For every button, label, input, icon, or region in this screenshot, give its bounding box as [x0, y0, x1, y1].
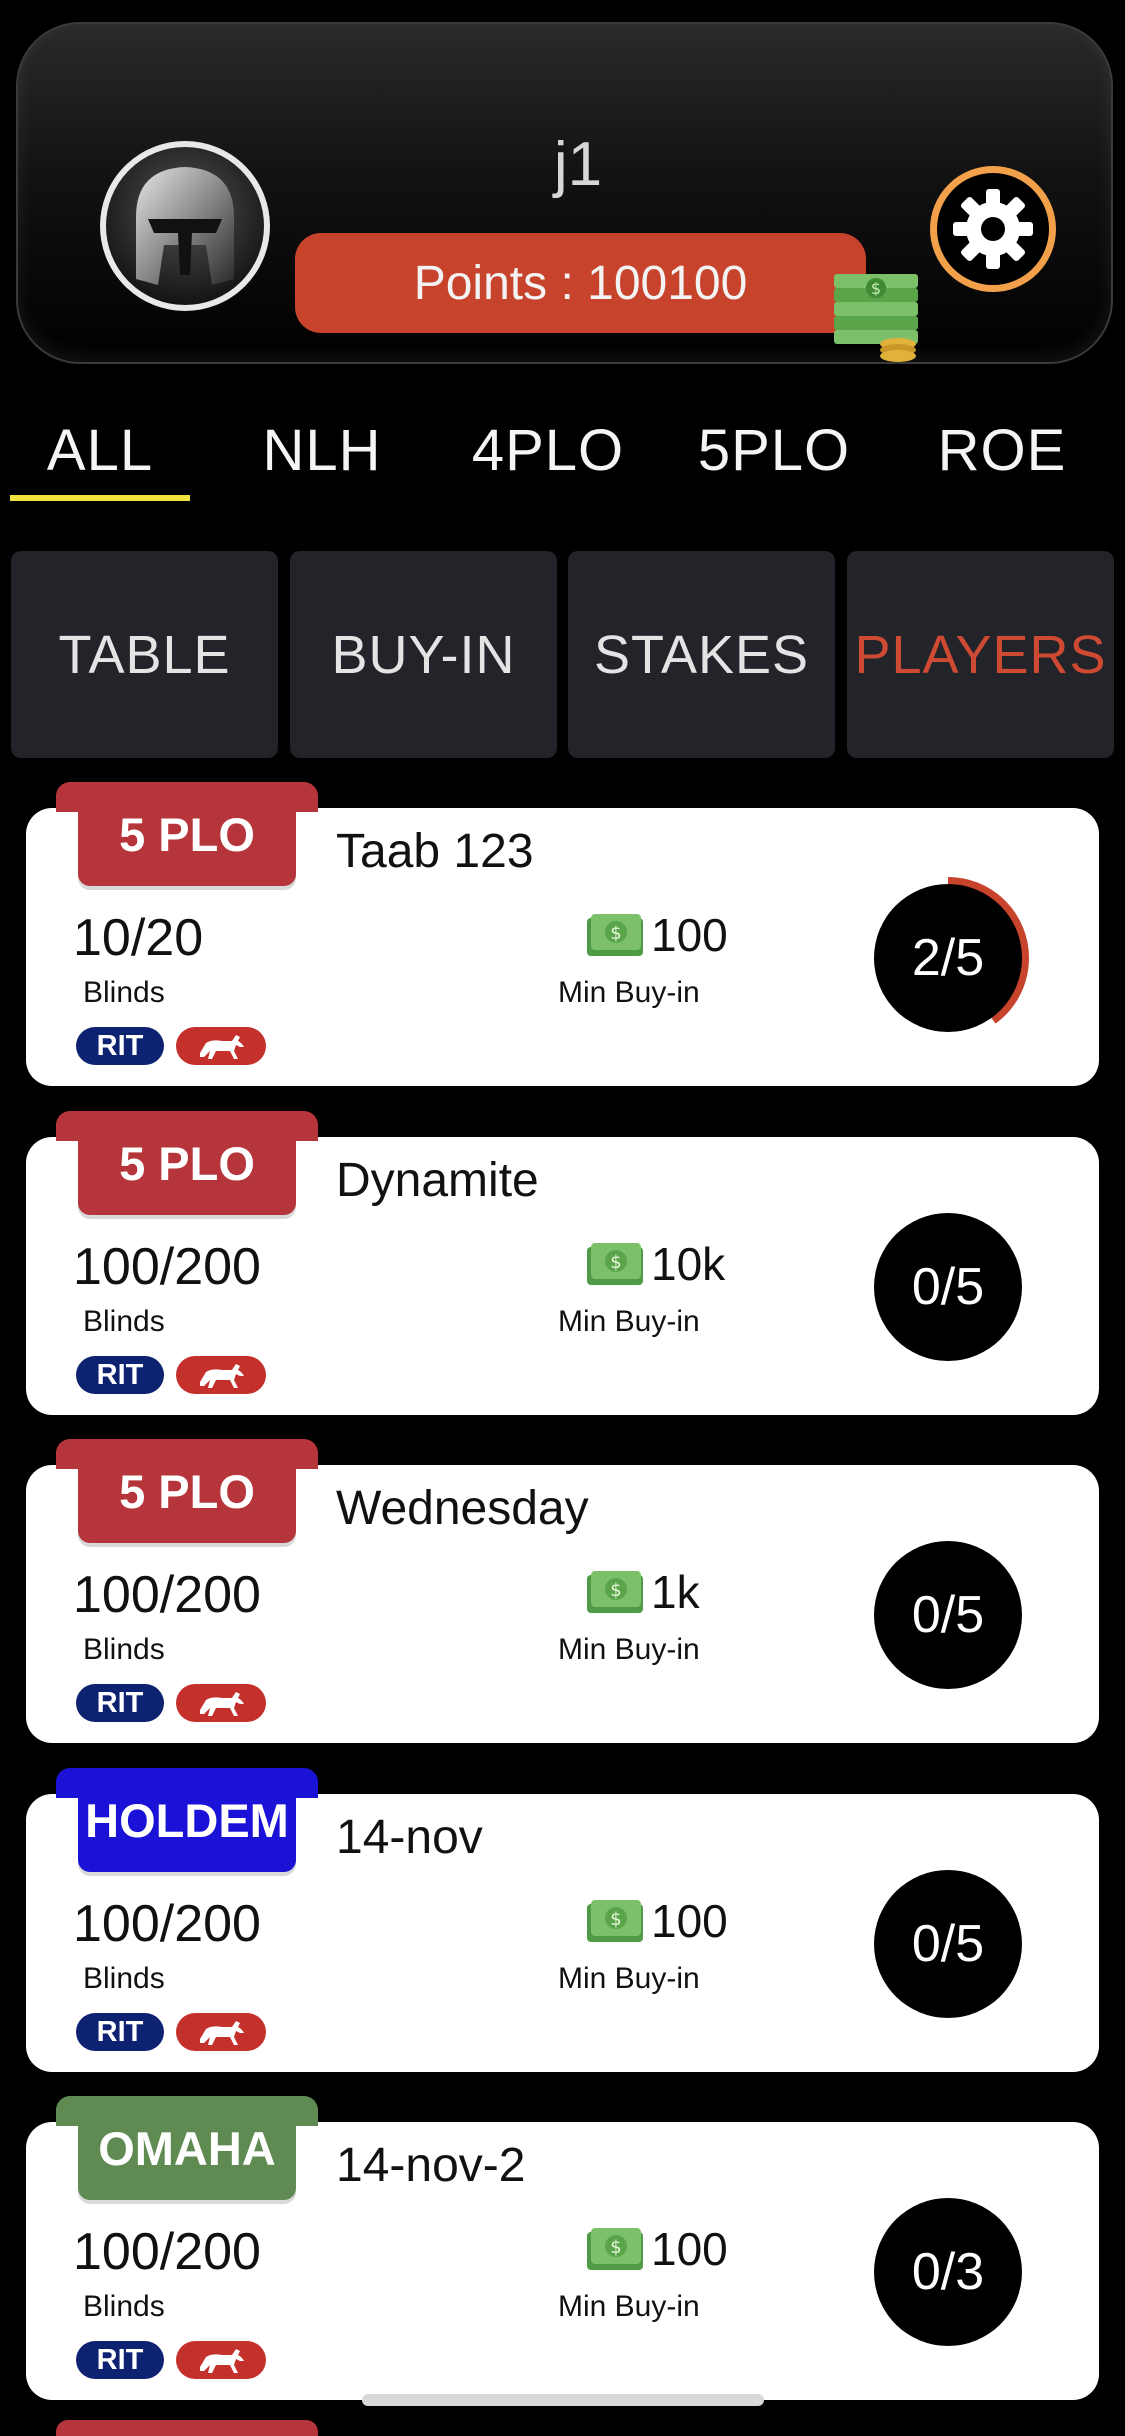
horse-icon — [200, 1035, 244, 1059]
table-name: 14-nov-2 — [336, 2139, 526, 2192]
game-type-tabs: ALL NLH 4PLO 5PLO ROE — [0, 405, 1125, 505]
table-name: Taab 123 — [336, 825, 534, 878]
rit-badge: RIT — [76, 2013, 164, 2051]
seats-occupancy: 0/5 — [874, 1213, 1022, 1361]
tab-5plo[interactable]: 5PLO — [682, 405, 866, 495]
active-tab-indicator — [10, 495, 190, 501]
horse-icon — [200, 2021, 244, 2045]
table-card[interactable]: OMAHA 14-nov-2 100/200 Blinds RIT $ 100 … — [26, 2096, 1099, 2400]
horse-icon — [200, 1692, 244, 1716]
blinds-label: Blinds — [83, 2290, 165, 2323]
svg-text:$: $ — [871, 279, 881, 298]
svg-text:$: $ — [610, 1252, 621, 1273]
blinds-label: Blinds — [83, 976, 165, 1009]
blinds-value: 100/200 — [73, 1238, 261, 1296]
min-buyin-label: Min Buy-in — [558, 1962, 700, 1995]
table-name: Wednesday — [336, 1482, 589, 1535]
seats-occupancy: 0/5 — [874, 1541, 1022, 1689]
game-type-label: OMAHA — [78, 2096, 296, 2200]
tab-all[interactable]: ALL — [10, 405, 190, 495]
min-buyin-value: 100 — [651, 909, 728, 961]
game-type-ribbon: 5 PLO — [56, 782, 318, 886]
blinds-label: Blinds — [83, 1633, 165, 1666]
points-badge: Points : 100100 — [295, 233, 866, 333]
tab-nlh[interactable]: NLH — [232, 405, 412, 495]
min-buyin-value: 1k — [651, 1566, 700, 1618]
table-name: 14-nov — [336, 1811, 483, 1864]
horse-badge — [176, 1356, 266, 1394]
blinds-value: 10/20 — [73, 909, 204, 967]
table-card[interactable]: HOLDEM 14-nov 100/200 Blinds RIT $ 100 M… — [26, 1768, 1099, 2072]
min-buyin-value: 100 — [651, 1895, 728, 1947]
horse-badge — [176, 2013, 266, 2051]
seats-occupancy: 0/5 — [874, 1870, 1022, 2018]
min-buyin-label: Min Buy-in — [558, 2290, 700, 2323]
game-type-ribbon: OMAHA — [56, 2096, 318, 2200]
svg-text:$: $ — [610, 2237, 621, 2258]
min-buyin-value: 100 — [651, 2223, 728, 2275]
blinds-label: Blinds — [83, 1962, 165, 1995]
tab-roe[interactable]: ROE — [912, 405, 1092, 495]
table-name: Dynamite — [336, 1154, 539, 1207]
rit-badge: RIT — [76, 1356, 164, 1394]
game-type-label: 5 PLO — [78, 1439, 296, 1543]
game-type-label: 5 PLO — [78, 782, 296, 886]
cash-icon: $ — [587, 2228, 643, 2270]
next-card-ribbon — [56, 2420, 318, 2436]
game-type-ribbon: 5 PLO — [56, 1439, 318, 1543]
table-card[interactable]: 5 PLO Dynamite 100/200 Blinds RIT $ 10k … — [26, 1111, 1099, 1415]
blinds-label: Blinds — [83, 1305, 165, 1338]
table-card[interactable]: 5 PLO Taab 123 10/20 Blinds RIT $ 100 Mi… — [26, 782, 1099, 1086]
blinds-value: 100/200 — [73, 1566, 261, 1624]
sort-table-button[interactable]: TABLE — [11, 551, 278, 758]
sort-players-button[interactable]: PLAYERS — [847, 551, 1114, 758]
tab-4plo[interactable]: 4PLO — [458, 405, 638, 495]
game-type-label: HOLDEM — [78, 1768, 296, 1872]
game-type-ribbon: HOLDEM — [56, 1768, 318, 1872]
username: j1 — [553, 130, 603, 199]
sort-buyin-button[interactable]: BUY-IN — [290, 551, 557, 758]
min-buyin-label: Min Buy-in — [558, 1633, 700, 1666]
horse-badge — [176, 1027, 266, 1065]
cash-icon: $ — [587, 1900, 643, 1942]
avatar[interactable] — [100, 141, 270, 311]
rit-badge: RIT — [76, 1027, 164, 1065]
horse-badge — [176, 1684, 266, 1722]
min-buyin-value: 10k — [651, 1238, 726, 1290]
horse-icon — [200, 1364, 244, 1388]
cash-icon: $ — [587, 1243, 643, 1285]
profile-header: j1 Points : 100100 — [16, 22, 1113, 364]
svg-text:$: $ — [610, 1909, 621, 1930]
blinds-value: 100/200 — [73, 2223, 261, 2281]
game-type-label: 5 PLO — [78, 1111, 296, 1215]
cash-icon: $ — [587, 1571, 643, 1613]
home-indicator[interactable] — [362, 2394, 764, 2406]
rit-badge: RIT — [76, 2341, 164, 2379]
table-card[interactable]: 5 PLO Wednesday 100/200 Blinds RIT $ 1k … — [26, 1439, 1099, 1743]
seats-occupancy: 0/3 — [874, 2198, 1022, 2346]
cash-stack-icon[interactable]: $ — [832, 270, 922, 362]
sort-stakes-button[interactable]: STAKES — [568, 551, 835, 758]
svg-text:$: $ — [610, 923, 621, 944]
game-type-ribbon: 5 PLO — [56, 1111, 318, 1215]
cash-icon: $ — [587, 914, 643, 956]
min-buyin-label: Min Buy-in — [558, 976, 700, 1009]
horse-badge — [176, 2341, 266, 2379]
gear-icon — [953, 189, 1033, 269]
seats-occupancy: 2/5 — [874, 884, 1022, 1032]
blinds-value: 100/200 — [73, 1895, 261, 1953]
svg-text:$: $ — [610, 1580, 621, 1601]
settings-button[interactable] — [930, 166, 1056, 292]
min-buyin-label: Min Buy-in — [558, 1305, 700, 1338]
helmet-icon — [136, 167, 234, 285]
rit-badge: RIT — [76, 1684, 164, 1722]
horse-icon — [200, 2349, 244, 2373]
